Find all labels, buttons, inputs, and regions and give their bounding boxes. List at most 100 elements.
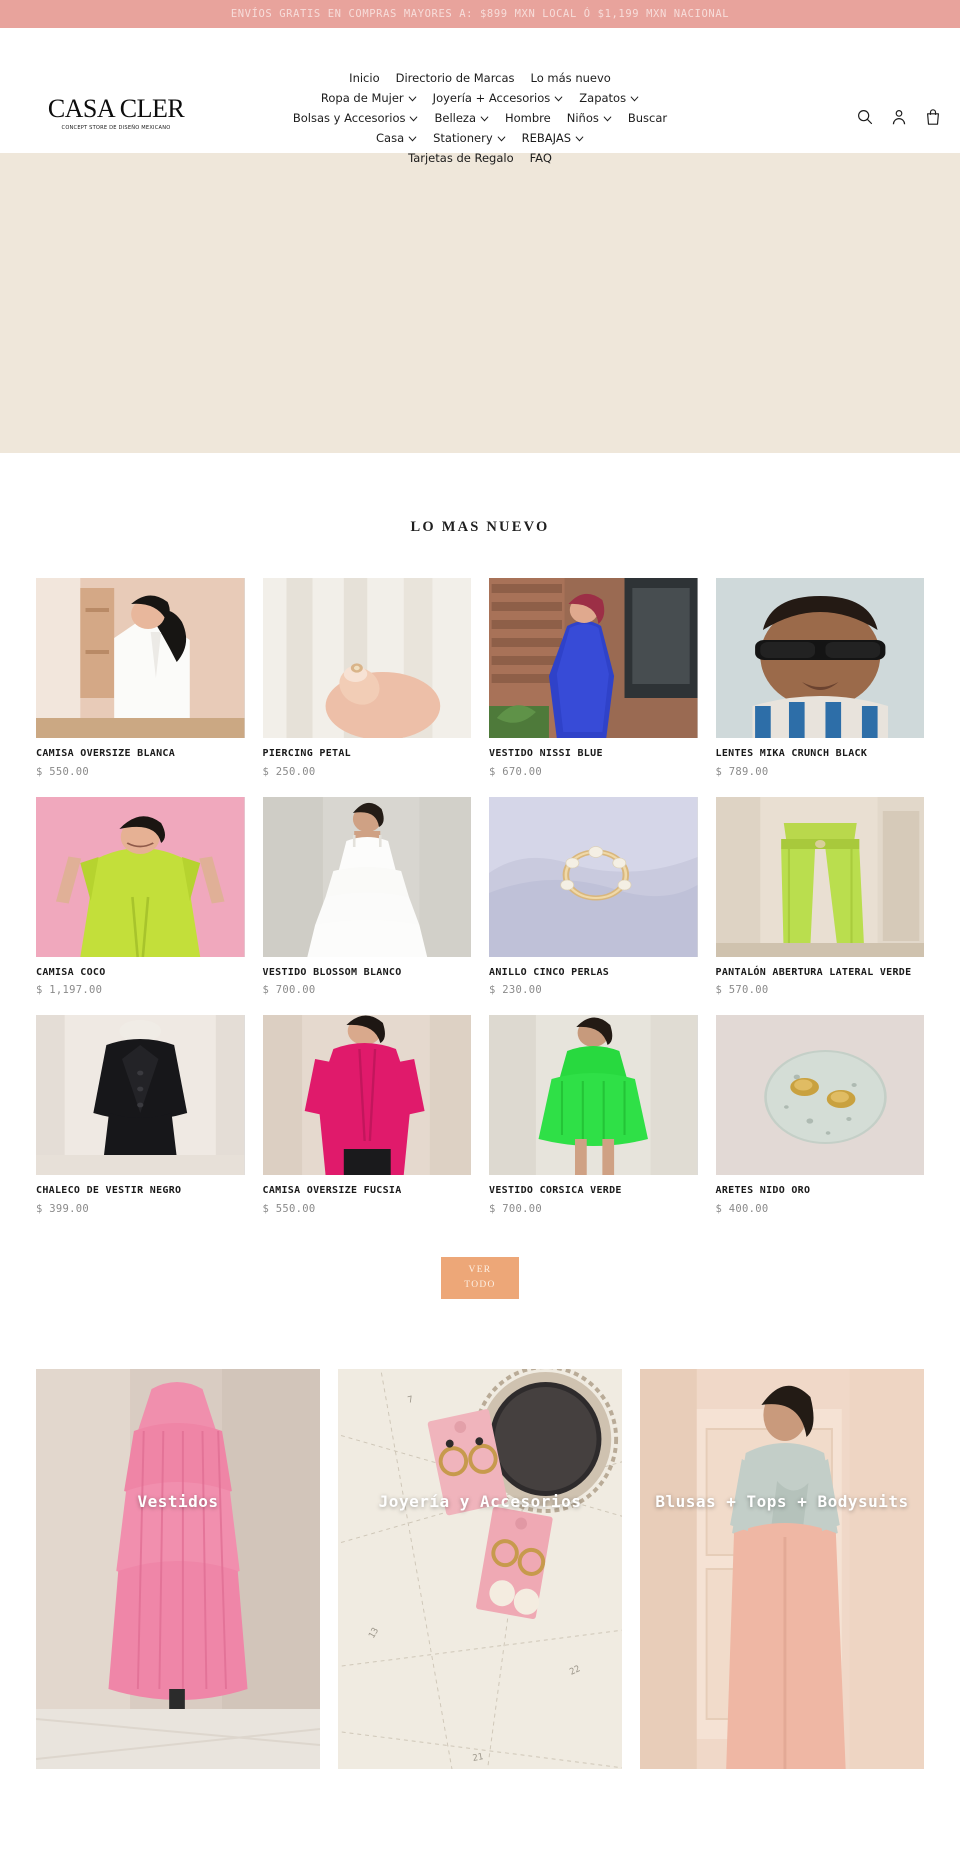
nav-label: Niños bbox=[566, 110, 599, 125]
category-label: Vestidos bbox=[137, 1491, 219, 1511]
nav-label: Bolsas y Accesorios bbox=[292, 110, 406, 125]
category-label: Blusas + Tops + Bodysuits bbox=[655, 1491, 909, 1511]
chevron-down-icon bbox=[480, 114, 489, 123]
nav-item-bolsas-y-accesorios[interactable]: Bolsas y Accesorios bbox=[293, 111, 419, 125]
nav-item-rebajas[interactable]: REBAJAS bbox=[522, 131, 584, 145]
product-card[interactable]: VESTIDO NISSI BLUE $ 670.00 bbox=[489, 578, 698, 778]
nav-item-hombre[interactable]: Hombre bbox=[505, 111, 551, 125]
product-price: $ 550.00 bbox=[262, 1202, 316, 1215]
nav-item-buscar[interactable]: Buscar bbox=[628, 111, 667, 125]
nav-label: Directorio de Marcas bbox=[395, 70, 515, 85]
category-label: Joyería y Accesorios bbox=[378, 1491, 582, 1511]
chevron-down-icon bbox=[603, 114, 612, 123]
product-title: CAMISA OVERSIZE BLANCA bbox=[36, 748, 176, 759]
product-title: ARETES NIDO ORO bbox=[715, 1185, 811, 1196]
chevron-down-icon bbox=[408, 94, 417, 103]
product-price: $ 670.00 bbox=[489, 765, 542, 778]
product-price: $ 700.00 bbox=[489, 1202, 542, 1215]
logo-wordmark: CASA CLER bbox=[47, 94, 185, 123]
nav-label: Stationery bbox=[433, 130, 493, 145]
nav-label: Ropa de Mujer bbox=[320, 90, 404, 105]
nav-item-lo-mas-nuevo[interactable]: Lo más nuevo bbox=[531, 71, 611, 85]
nav-item-stationery[interactable]: Stationery bbox=[433, 131, 506, 145]
category-card-vestidos[interactable]: Vestidos bbox=[36, 1368, 320, 1769]
nav-row-4: Casa Stationery REBAJAS bbox=[376, 128, 584, 147]
product-image[interactable] bbox=[489, 578, 698, 738]
site-header: CASA CLER CONCEPT STORE DE DISEÑO MEXICA… bbox=[0, 28, 960, 165]
category-card-joyeria-accesorios[interactable]: 7 13 22 21 Joyería y Accesorios bbox=[338, 1368, 622, 1769]
product-title: PIERCING PETAL bbox=[262, 748, 351, 759]
product-image[interactable] bbox=[715, 796, 924, 957]
product-card[interactable]: ARETES NIDO ORO $ 400.00 bbox=[715, 1015, 924, 1215]
product-card[interactable]: CAMISA OVERSIZE FUCSIA $ 550.00 bbox=[262, 1015, 471, 1215]
nav-row-2: Ropa de Mujer Joyería + Accesorios Zapat… bbox=[321, 88, 639, 107]
product-title: ANILLO CINCO PERLAS bbox=[489, 966, 610, 978]
product-title: CAMISA OVERSIZE FUCSIA bbox=[262, 1185, 402, 1196]
nav-item-ninos[interactable]: Niños bbox=[567, 111, 612, 125]
hero-banner[interactable] bbox=[0, 153, 960, 453]
nav-label: Tarjetas de Regalo bbox=[408, 150, 514, 165]
product-image[interactable] bbox=[36, 578, 245, 738]
product-card[interactable]: CAMISA OVERSIZE BLANCA $ 550.00 bbox=[36, 578, 245, 778]
product-card[interactable]: CHALECO DE VESTIR NEGRO $ 399.00 bbox=[36, 1015, 245, 1215]
product-title: VESTIDO CORSICA VERDE bbox=[489, 1185, 622, 1196]
chevron-down-icon bbox=[630, 94, 639, 103]
nav-item-tarjetas-de-regalo[interactable]: Tarjetas de Regalo bbox=[408, 151, 514, 165]
product-image[interactable] bbox=[36, 796, 245, 957]
nav-item-faq[interactable]: FAQ bbox=[530, 151, 552, 165]
account-icon[interactable] bbox=[890, 108, 908, 126]
product-title: LENTES MIKA CRUNCH BLACK bbox=[715, 748, 868, 759]
product-image[interactable] bbox=[715, 1015, 924, 1175]
product-image[interactable] bbox=[36, 1015, 245, 1175]
nav-item-casa[interactable]: Casa bbox=[376, 131, 417, 145]
product-image[interactable] bbox=[262, 1015, 471, 1175]
view-all-button[interactable]: VER TODO bbox=[441, 1256, 519, 1299]
product-title: VESTIDO NISSI BLUE bbox=[489, 748, 603, 759]
product-grid: CAMISA OVERSIZE BLANCA $ 550.00 PIERCING bbox=[36, 578, 924, 1215]
product-title: VESTIDO BLOSSOM BLANCO bbox=[262, 966, 402, 978]
product-image[interactable] bbox=[262, 578, 471, 738]
product-image[interactable] bbox=[262, 796, 471, 957]
nav-item-joyeria-accesorios[interactable]: Joyería + Accesorios bbox=[433, 91, 564, 105]
product-title: PANTALÓN ABERTURA LATERAL VERDE bbox=[715, 966, 912, 978]
product-title: CHALECO DE VESTIR NEGRO bbox=[36, 1185, 182, 1196]
product-price: $ 399.00 bbox=[36, 1202, 89, 1215]
view-all-line-1: VER bbox=[468, 1265, 492, 1276]
nav-row-1: Inicio Directorio de Marcas Lo más nuevo bbox=[349, 68, 611, 87]
nav-item-directorio-de-marcas[interactable]: Directorio de Marcas bbox=[396, 71, 515, 85]
nav-label: Casa bbox=[376, 130, 405, 145]
site-logo[interactable]: CASA CLER CONCEPT STORE DE DISEÑO MEXICA… bbox=[36, 94, 196, 132]
product-price: $ 250.00 bbox=[262, 765, 316, 778]
svg-text:21: 21 bbox=[472, 1752, 484, 1764]
product-image[interactable] bbox=[489, 1015, 698, 1175]
product-price: $ 550.00 bbox=[36, 765, 89, 778]
announcement-text: ENVÍOS GRATIS EN COMPRAS MAYORES A: $899… bbox=[230, 8, 730, 20]
product-card[interactable]: VESTIDO BLOSSOM BLANCO $ 700.00 bbox=[262, 796, 471, 996]
nav-item-belleza[interactable]: Belleza bbox=[434, 111, 489, 125]
search-icon[interactable] bbox=[856, 108, 874, 126]
category-card-blusas-tops-bodysuits[interactable]: Blusas + Tops + Bodysuits bbox=[640, 1368, 924, 1769]
chevron-down-icon bbox=[575, 134, 584, 143]
nav-item-inicio[interactable]: Inicio bbox=[349, 71, 379, 85]
product-card[interactable]: ANILLO CINCO PERLAS $ 230.00 bbox=[489, 796, 698, 996]
product-card[interactable]: CAMISA COCO $ 1,197.00 bbox=[36, 796, 245, 996]
nav-label: Belleza bbox=[434, 110, 476, 125]
cart-icon[interactable] bbox=[924, 108, 942, 126]
nav-item-zapatos[interactable]: Zapatos bbox=[579, 91, 639, 105]
nav-row-3: Bolsas y Accesorios Belleza Hombre Niños… bbox=[293, 108, 667, 127]
nav-label: Lo más nuevo bbox=[530, 70, 611, 85]
product-card[interactable]: LENTES MIKA CRUNCH BLACK $ 789.00 bbox=[715, 578, 924, 778]
nav-label: Hombre bbox=[505, 110, 551, 125]
nav-label: Joyería + Accesorios bbox=[432, 90, 551, 105]
product-price: $ 700.00 bbox=[262, 984, 316, 996]
product-card[interactable]: PANTALÓN ABERTURA LATERAL VERDE $ 570.00 bbox=[715, 796, 924, 996]
new-arrivals-section: LO MAS NUEVO CAMISA OVERSIZE BLANCA $ 55… bbox=[0, 453, 960, 1299]
product-card[interactable]: VESTIDO CORSICA VERDE $ 700.00 bbox=[489, 1015, 698, 1215]
chevron-down-icon bbox=[408, 134, 417, 143]
product-image[interactable] bbox=[715, 578, 924, 738]
nav-item-ropa-de-mujer[interactable]: Ropa de Mujer bbox=[321, 91, 417, 105]
view-all-wrapper: VER TODO bbox=[0, 1256, 960, 1299]
product-card[interactable]: PIERCING PETAL $ 250.00 bbox=[262, 578, 471, 778]
logo-tagline: CONCEPT STORE DE DISEÑO MEXICANO bbox=[61, 125, 171, 131]
product-image[interactable] bbox=[489, 796, 698, 957]
